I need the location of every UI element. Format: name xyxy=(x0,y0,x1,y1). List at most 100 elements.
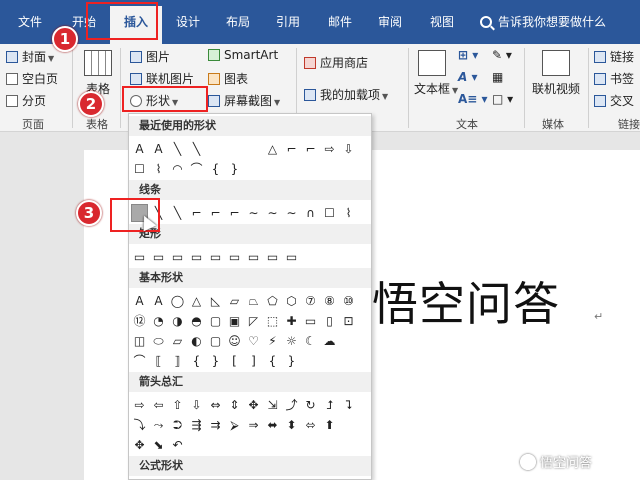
shape-option-icon[interactable]: ⑧ xyxy=(321,292,338,310)
shape-option-icon[interactable]: ⑫ xyxy=(131,312,148,330)
shape-option-icon[interactable]: ⬡ xyxy=(283,292,300,310)
shape-option-icon[interactable]: A xyxy=(150,292,167,310)
shape-option-icon[interactable]: ✥ xyxy=(245,396,262,414)
shape-option-icon[interactable]: ⇉ xyxy=(207,416,224,434)
shape-option-icon[interactable]: ☺ xyxy=(226,332,243,350)
shape-option-icon[interactable]: ↻ xyxy=(302,396,319,414)
shape-option-icon[interactable]: ⌇ xyxy=(150,160,167,178)
shape-option-icon[interactable]: △ xyxy=(264,140,281,158)
shape-option-icon[interactable]: ⬚ xyxy=(264,312,281,330)
shape-option-icon[interactable]: ⌐ xyxy=(283,140,300,158)
shape-option-icon[interactable]: ⇧ xyxy=(169,396,186,414)
shape-option-icon[interactable]: ▣ xyxy=(226,312,243,330)
shape-option-icon[interactable]: ⟧ xyxy=(169,352,186,370)
tab-file[interactable]: 文件 xyxy=(12,0,48,44)
shape-option-icon[interactable]: ⑦ xyxy=(302,292,319,310)
shape-option-icon[interactable]: ⌐ xyxy=(188,204,205,222)
shape-option-icon[interactable]: ⇩ xyxy=(340,140,357,158)
shape-option-icon[interactable] xyxy=(226,140,243,158)
shape-option-icon[interactable]: ▢ xyxy=(207,332,224,350)
tab-review[interactable]: 审阅 xyxy=(370,0,410,44)
tab-view[interactable]: 视图 xyxy=(422,0,462,44)
shape-option-icon[interactable]: ◫ xyxy=(131,332,148,350)
shape-option-icon[interactable]: ⤳ xyxy=(150,416,167,434)
shape-option-icon[interactable]: ◯ xyxy=(169,292,186,310)
shape-option-icon[interactable]: ☐ xyxy=(321,204,338,222)
shape-option-icon[interactable]: ◸ xyxy=(245,312,262,330)
screenshot-button[interactable]: 屏幕截图 ▼ xyxy=(208,92,280,109)
online-picture-button[interactable]: 联机图片 xyxy=(130,70,194,87)
shape-option-icon[interactable]: ] xyxy=(245,352,262,370)
shape-option-icon[interactable]: { xyxy=(264,352,281,370)
shape-option-icon[interactable]: ⌐ xyxy=(226,204,243,222)
shape-option-icon[interactable]: ▱ xyxy=(169,332,186,350)
shape-option-icon[interactable]: △ xyxy=(188,292,205,310)
shape-option-icon[interactable]: ▭ xyxy=(302,312,319,330)
shape-option-icon[interactable]: ⌐ xyxy=(207,204,224,222)
shape-option-icon[interactable]: ⟦ xyxy=(150,352,167,370)
shape-option-icon[interactable]: { xyxy=(188,352,205,370)
shape-option-icon[interactable]: ▭ xyxy=(283,248,300,266)
shape-option-icon[interactable]: ∼ xyxy=(264,204,281,222)
shape-option-icon[interactable]: ⇨ xyxy=(321,140,338,158)
online-video-button[interactable]: 联机视频 xyxy=(532,80,580,97)
chart-button[interactable]: 图表 xyxy=(208,70,248,87)
shape-option-icon[interactable]: ▭ xyxy=(264,248,281,266)
bookmark-button[interactable]: 书签 xyxy=(594,70,634,87)
shape-option-icon[interactable]: ⇲ xyxy=(264,396,281,414)
cross-reference-button[interactable]: 交叉 xyxy=(594,92,634,109)
wordart-button[interactable]: A ▾ xyxy=(458,70,478,84)
shape-option-icon[interactable]: } xyxy=(226,160,243,178)
shape-option-icon[interactable]: ╲ xyxy=(188,140,205,158)
shape-option-icon[interactable]: ⇨ xyxy=(131,396,148,414)
shape-option-icon[interactable]: ⇒ xyxy=(245,416,262,434)
page-break-button[interactable]: 分页 xyxy=(6,92,46,109)
dropcap-button[interactable]: A≡ ▾ xyxy=(458,92,488,106)
shape-option-icon[interactable]: } xyxy=(207,352,224,370)
shape-option-icon[interactable]: ⇔ xyxy=(207,396,224,414)
shape-option-icon[interactable]: A xyxy=(150,140,167,158)
tab-mailings[interactable]: 邮件 xyxy=(320,0,360,44)
blank-page-button[interactable]: 空白页 xyxy=(6,70,58,87)
shape-option-icon[interactable]: ▯ xyxy=(321,312,338,330)
shape-option-icon[interactable]: ⌐ xyxy=(302,140,319,158)
shape-option-icon[interactable]: ▢ xyxy=(207,312,224,330)
object-button[interactable]: □ ▾ xyxy=(492,92,513,106)
shape-option-icon[interactable]: ⬆ xyxy=(321,416,338,434)
shape-option-icon[interactable]: ⇩ xyxy=(188,396,205,414)
shape-option-icon[interactable]: ✚ xyxy=(283,312,300,330)
shape-option-icon[interactable]: { xyxy=(207,160,224,178)
shape-option-icon[interactable]: ⮧ xyxy=(340,396,357,414)
shape-option-icon[interactable]: ⮊ xyxy=(169,416,186,434)
shape-option-icon[interactable]: ⌇ xyxy=(340,204,357,222)
shape-option-icon[interactable]: ◺ xyxy=(207,292,224,310)
shape-option-icon[interactable]: ⌒ xyxy=(131,352,148,370)
tab-design[interactable]: 设计 xyxy=(168,0,208,44)
shape-option-icon[interactable]: ▭ xyxy=(150,248,167,266)
shape-option-icon[interactable]: ⬭ xyxy=(150,332,167,350)
shape-option-icon[interactable]: ⇶ xyxy=(188,416,205,434)
shape-option-icon[interactable]: ▭ xyxy=(226,248,243,266)
shape-option-icon[interactable]: ⤵ xyxy=(131,416,148,434)
shape-option-icon[interactable]: ⬠ xyxy=(264,292,281,310)
shape-option-icon[interactable]: } xyxy=(283,352,300,370)
shape-option-icon[interactable]: ▱ xyxy=(226,292,243,310)
shape-option-icon[interactable]: ▭ xyxy=(169,248,186,266)
shape-option-icon[interactable]: [ xyxy=(226,352,243,370)
shape-option-icon[interactable]: ☼ xyxy=(283,332,300,350)
shape-option-icon[interactable]: ▭ xyxy=(188,248,205,266)
tab-layout[interactable]: 布局 xyxy=(218,0,258,44)
document-text[interactable]: 悟空问答 xyxy=(372,268,560,334)
shape-option-icon[interactable]: ⬍ xyxy=(283,416,300,434)
shape-option-icon[interactable]: ⬄ xyxy=(302,416,319,434)
smartart-button[interactable]: SmartArt xyxy=(208,48,278,62)
shape-option-icon[interactable]: ⊡ xyxy=(340,312,357,330)
shape-option-icon[interactable]: A xyxy=(131,140,148,158)
link-button[interactable]: 链接 xyxy=(594,48,634,65)
shape-option-icon[interactable]: ⌒ xyxy=(188,160,205,178)
textbox-button[interactable]: 文本框 ▼ xyxy=(414,80,458,97)
tab-references[interactable]: 引用 xyxy=(268,0,308,44)
shape-option-icon[interactable]: ╲ xyxy=(169,204,186,222)
shape-option-icon[interactable]: ∩ xyxy=(302,204,319,222)
shape-option-icon[interactable]: ⬌ xyxy=(264,416,281,434)
